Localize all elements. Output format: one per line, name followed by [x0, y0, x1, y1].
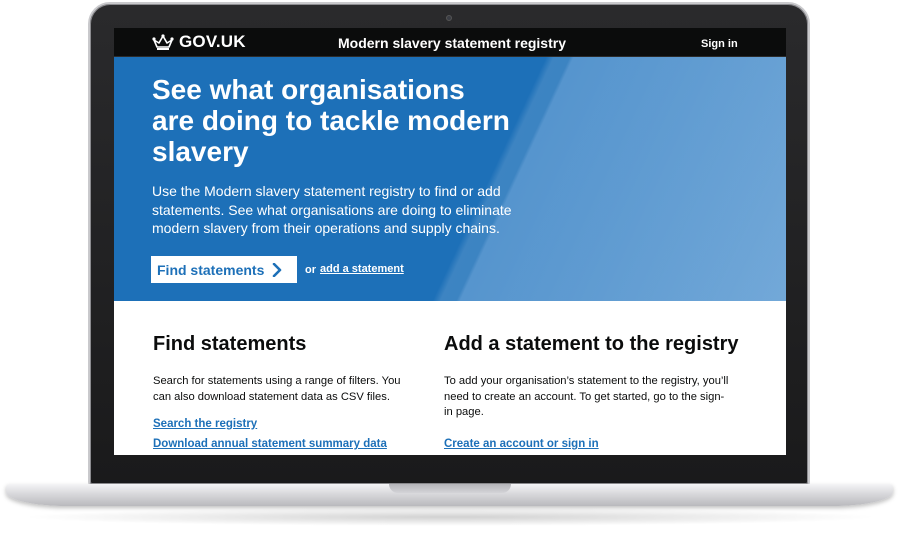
chevron-right-icon	[272, 262, 282, 277]
add-statement-heading: Add a statement to the registry	[444, 333, 739, 355]
create-account-link[interactable]: Create an account or sign in	[444, 438, 599, 450]
browser-screen: GOV.UK Modern slavery statement registry…	[114, 28, 786, 455]
or-text: or	[305, 264, 316, 276]
find-statements-heading: Find statements	[153, 333, 307, 355]
camera-icon	[446, 15, 452, 21]
laptop-shadow	[20, 508, 880, 526]
add-statement-body: To add your organisation’s statement to …	[444, 375, 729, 418]
add-statement-link[interactable]: add a statement	[320, 263, 404, 275]
logo-text: GOV.UK	[179, 32, 246, 51]
crown-icon	[152, 33, 174, 51]
sign-in-link[interactable]: Sign in	[701, 38, 738, 50]
main-content: Find statements Search for statements us…	[114, 301, 786, 455]
search-registry-link[interactable]: Search the registry	[153, 418, 257, 430]
hero-banner: See what organisations are doing to tack…	[114, 57, 786, 301]
govuk-logo-link[interactable]: GOV.UK	[152, 32, 246, 52]
find-statements-button[interactable]: Find statements	[151, 256, 297, 283]
govuk-header: GOV.UK Modern slavery statement registry…	[114, 28, 786, 57]
hero-body: Use the Modern slavery statement registr…	[152, 183, 512, 236]
service-name[interactable]: Modern slavery statement registry	[338, 35, 566, 51]
hero-title: See what organisations are doing to tack…	[152, 74, 510, 167]
laptop-notch	[389, 484, 511, 493]
download-summary-link[interactable]: Download annual statement summary data	[153, 438, 387, 450]
find-statements-body: Search for statements using a range of f…	[153, 375, 401, 403]
find-statements-label: Find statements	[157, 261, 265, 278]
